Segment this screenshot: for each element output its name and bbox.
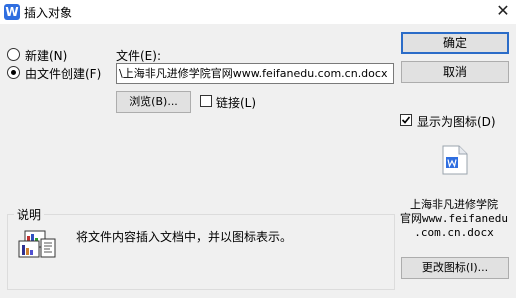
- icon-caption-line-1: 上海非凡进修学院: [410, 198, 498, 211]
- ok-button[interactable]: 确定: [401, 32, 509, 54]
- icon-caption-line-2: 官网www.feifanedu: [399, 212, 509, 225]
- new-label[interactable]: 新建(N): [25, 47, 67, 64]
- from-file-radio[interactable]: [7, 66, 20, 79]
- result-group: [7, 214, 395, 290]
- link-label[interactable]: 链接(L): [216, 94, 256, 111]
- change-icon-button[interactable]: 更改图标(I)...: [401, 257, 509, 279]
- browse-button[interactable]: 浏览(B)...: [116, 91, 191, 113]
- title-bar: [0, 0, 516, 24]
- display-as-icon-label[interactable]: 显示为图标(D): [417, 113, 496, 130]
- icon-caption-line-3: .com.cn.docx: [414, 226, 494, 239]
- wps-writer-icon: W: [4, 4, 20, 20]
- word-document-icon: [442, 145, 468, 175]
- new-radio[interactable]: [7, 48, 20, 61]
- icon-caption: 上海非凡进修学院 官网www.feifanedu .com.cn.docx: [390, 198, 516, 240]
- link-checkbox[interactable]: [200, 95, 212, 107]
- file-label: 文件(E):: [116, 49, 161, 63]
- close-icon[interactable]: ✕: [490, 0, 516, 24]
- file-path-value: \上海非凡进修学院官网www.feifanedu.com.cn.docx: [119, 67, 388, 80]
- check-icon: [401, 116, 411, 124]
- display-as-icon-checkbox[interactable]: [400, 114, 412, 126]
- embedded-object-icon: [18, 230, 56, 258]
- dialog-title: 插入对象: [24, 6, 73, 20]
- cancel-button[interactable]: 取消: [401, 61, 509, 83]
- from-file-label[interactable]: 由文件创建(F): [25, 65, 101, 82]
- file-path-input[interactable]: \上海非凡进修学院官网www.feifanedu.com.cn.docx: [116, 63, 394, 84]
- result-title: 说明: [14, 206, 45, 223]
- result-description: 将文件内容插入文档中，并以图标表示。: [76, 230, 293, 244]
